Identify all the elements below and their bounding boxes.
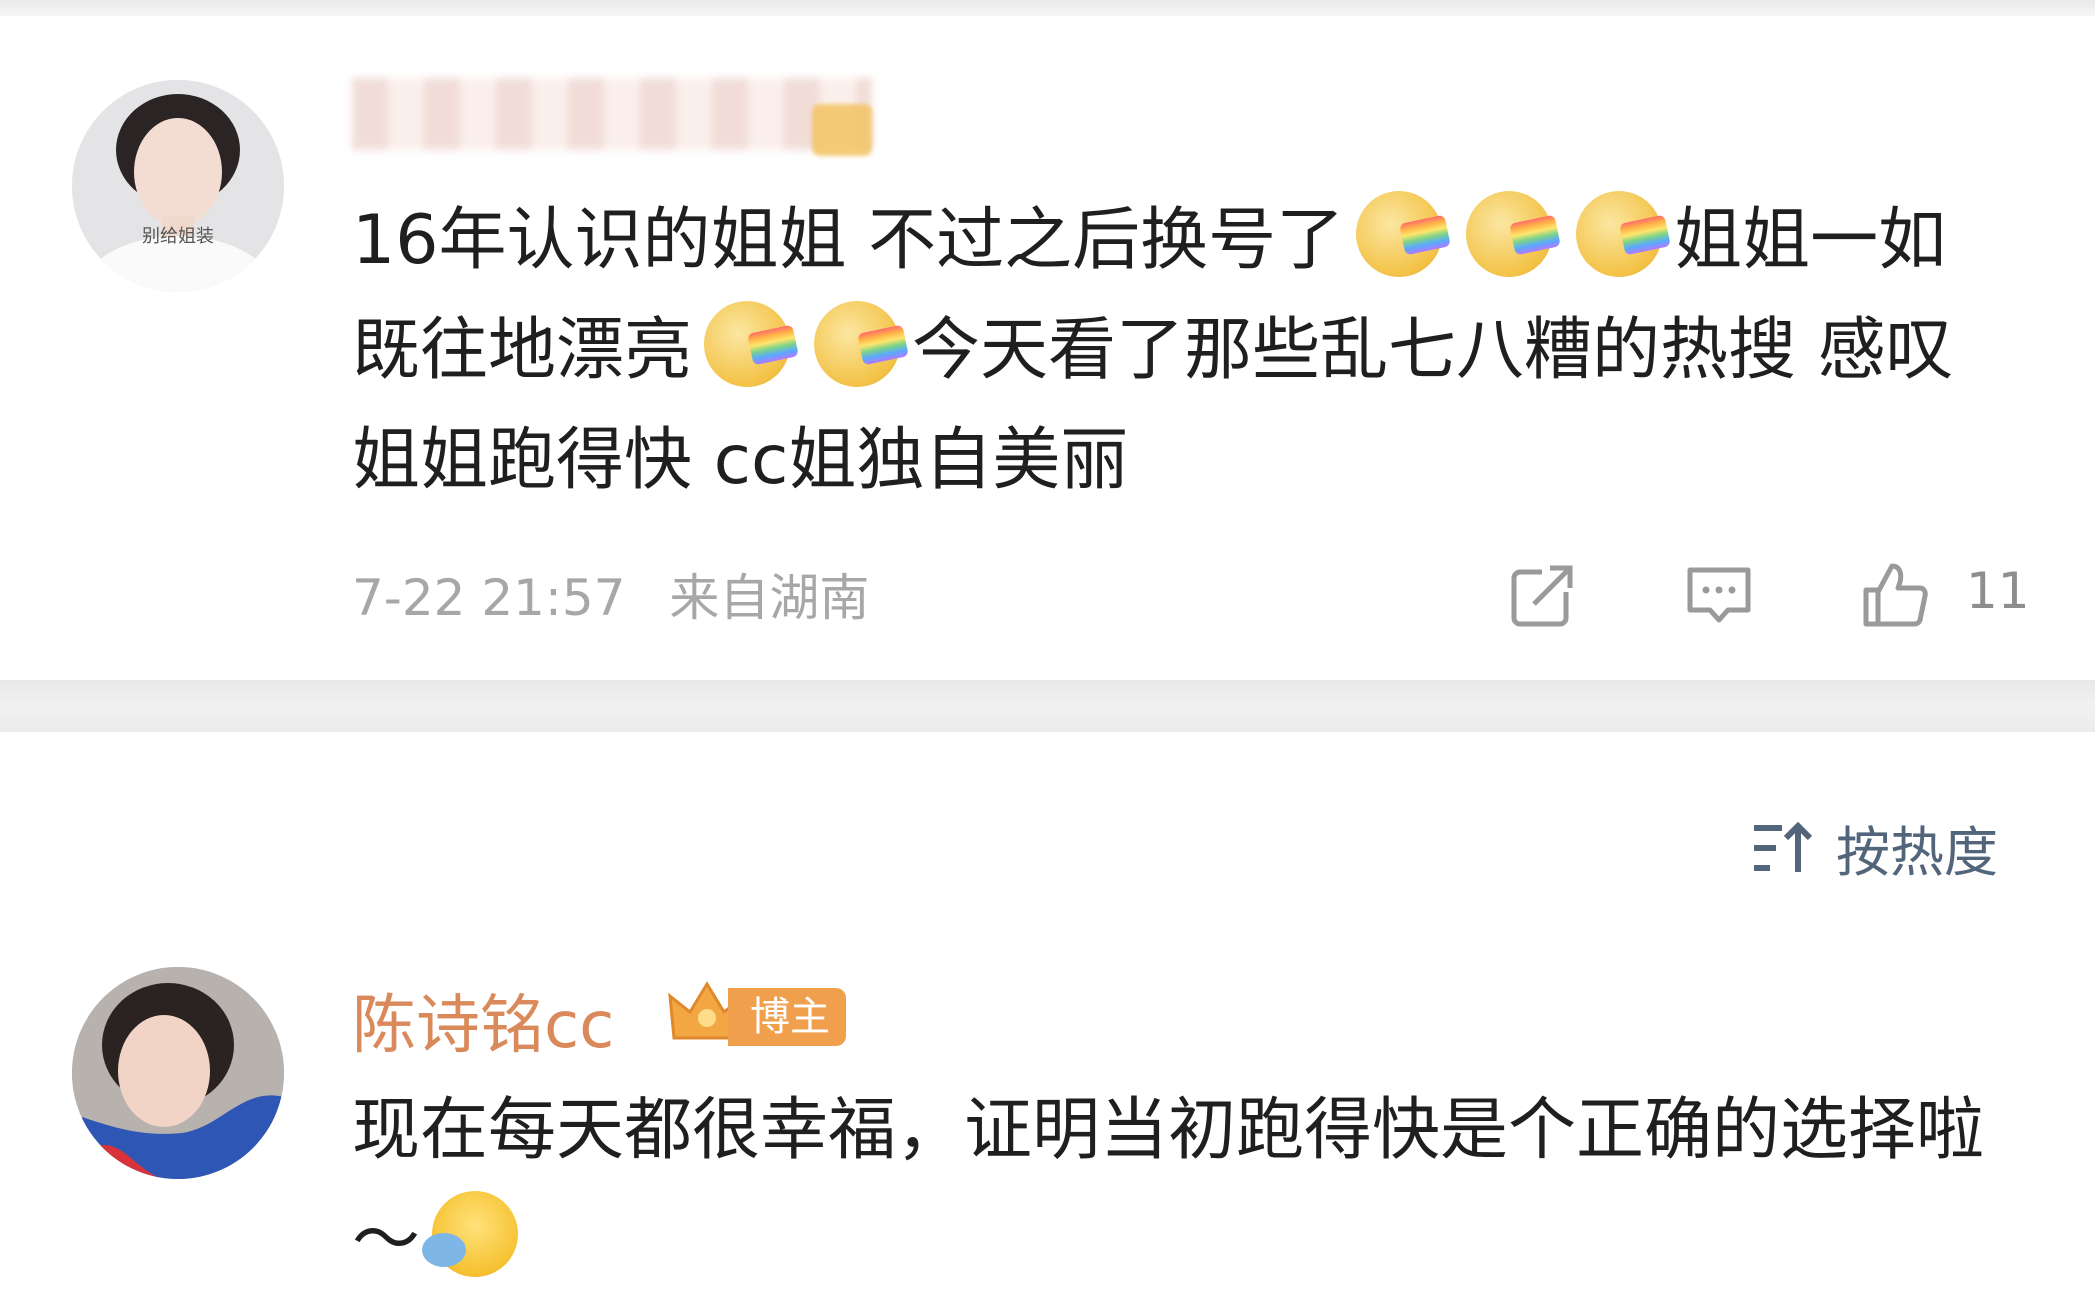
like-icon[interactable] bbox=[1860, 560, 1930, 630]
avatar-photo bbox=[72, 967, 284, 1179]
blurred-username bbox=[352, 78, 872, 150]
rainbow-emoji bbox=[1466, 191, 1553, 277]
comment-text: 16年认识的姐姐 不过之后换号了 姐姐一如既往地漂亮 今天看了那些乱七八糟的热搜 感… bbox=[352, 186, 2012, 516]
rainbow-emoji bbox=[704, 301, 791, 387]
avatar[interactable] bbox=[72, 967, 284, 1179]
share-icon[interactable] bbox=[1508, 560, 1578, 630]
rainbow-emoji bbox=[1576, 191, 1663, 277]
avatar[interactable]: 别给姐装 bbox=[72, 80, 284, 292]
comment-text-part: 16年认识的姐姐 不过之后换号了 bbox=[352, 201, 1345, 280]
comment-text-part: 现在每天都很幸福，证明当初跑得快是个正确的选择啦～ bbox=[352, 1091, 1985, 1280]
like-count: 11 bbox=[1966, 562, 2030, 620]
sort-button[interactable]: 按热度 bbox=[1752, 808, 1998, 887]
avatar-photo bbox=[72, 80, 284, 292]
blurred-badge bbox=[812, 104, 872, 156]
top-divider bbox=[0, 0, 2095, 16]
section-divider bbox=[0, 680, 2095, 732]
rainbow-emoji bbox=[814, 301, 901, 387]
rainbow-emoji bbox=[1356, 191, 1443, 277]
comment-icon[interactable] bbox=[1684, 560, 1754, 630]
blogger-badge: 博主 bbox=[728, 988, 846, 1046]
hug-emoji bbox=[422, 1191, 519, 1277]
location: 来自湖南 bbox=[669, 569, 870, 627]
avatar-caption: 别给姐装 bbox=[142, 226, 214, 247]
comment-text: 现在每天都很幸福，证明当初跑得快是个正确的选择啦～ bbox=[352, 1076, 2012, 1296]
comment-meta: 7-22 21:57 来自湖南 bbox=[352, 558, 869, 630]
username[interactable]: 陈诗铭cc bbox=[352, 974, 614, 1066]
timestamp: 7-22 21:57 bbox=[352, 569, 626, 627]
sort-label: 按热度 bbox=[1836, 821, 1998, 884]
sort-icon bbox=[1754, 821, 1813, 872]
